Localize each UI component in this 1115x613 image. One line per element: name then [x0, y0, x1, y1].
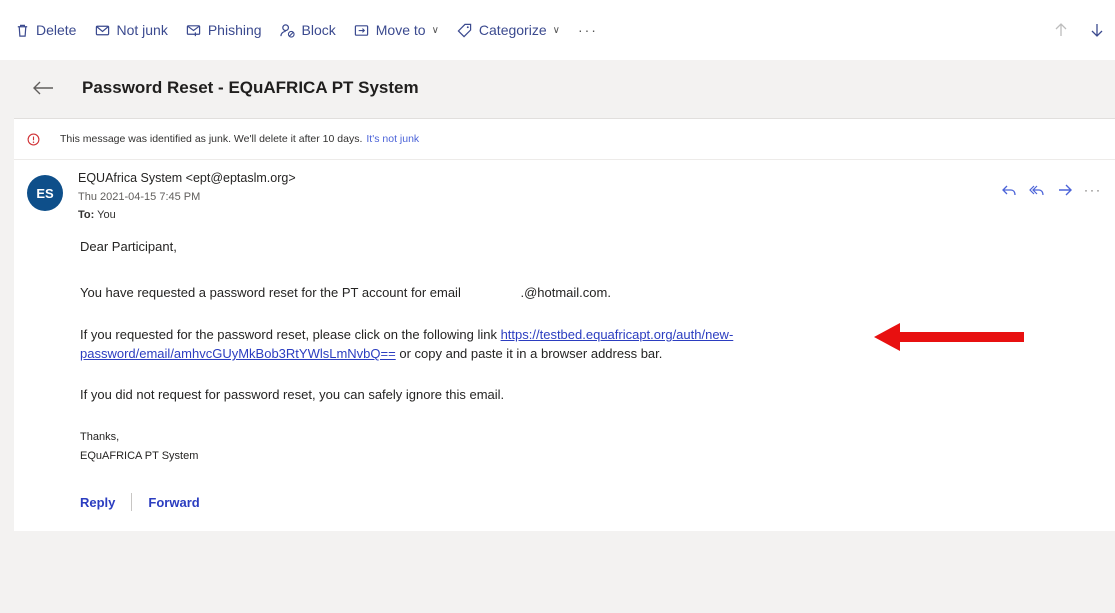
paragraph-2-end: or copy and paste it in a browser addres… — [399, 346, 663, 361]
message-header: ES EQUAfrica System <ept@eptaslm.org> Th… — [14, 167, 1115, 237]
paragraph-2: If you requested for the password reset,… — [80, 325, 900, 363]
forward-button[interactable] — [1051, 183, 1079, 197]
block-label: Block — [301, 22, 336, 38]
reply-button[interactable] — [995, 183, 1023, 197]
paragraph-3: If you did not request for password rese… — [80, 387, 505, 402]
subject-bar: Password Reset - EQuAFRICA PT System — [14, 60, 1115, 116]
greeting: Dear Participant, — [80, 239, 177, 254]
to-value: You — [97, 209, 116, 221]
signature: EQuAFRICA PT System — [80, 450, 199, 462]
warning-circle-icon — [26, 132, 40, 146]
message-date: Thu 2021-04-15 7:45 PM — [78, 191, 201, 203]
phishing-icon — [186, 22, 202, 38]
more-options-button[interactable]: ··· — [578, 22, 598, 38]
to-label: To: — [78, 209, 95, 221]
move-to-label: Move to — [375, 22, 426, 38]
folder-move-icon — [354, 22, 370, 38]
divider — [131, 493, 133, 511]
signoff: Thanks, — [80, 431, 120, 443]
previous-message-button[interactable] — [1043, 22, 1079, 38]
paragraph-1: You have requested a password reset for … — [80, 285, 611, 300]
chevron-down-icon: ∨ — [431, 24, 439, 36]
forward-arrow-icon — [1059, 184, 1072, 196]
junk-banner-text: This message was identified as junk. We'… — [60, 133, 363, 145]
command-toolbar: Delete Not junk Phishing Block Move to ∨… — [0, 0, 1115, 60]
message-navigation — [1043, 0, 1115, 60]
envelope-icon — [94, 22, 110, 38]
sender[interactable]: EQUAfrica System <ept@eptaslm.org> — [78, 171, 296, 185]
forward-link[interactable]: Forward — [148, 495, 199, 510]
arrow-down-icon — [1091, 24, 1103, 37]
message-actions: ··· — [995, 183, 1107, 197]
delete-button[interactable]: Delete — [14, 22, 76, 38]
email-domain: .@hotmail.com. — [520, 285, 611, 300]
annotation-arrow-icon — [874, 323, 1024, 351]
reply-icon — [1002, 185, 1016, 196]
trash-icon — [14, 22, 30, 38]
back-arrow-icon — [33, 81, 53, 95]
next-message-button[interactable] — [1079, 22, 1115, 38]
not-junk-button[interactable]: Not junk — [94, 22, 168, 38]
phishing-label: Phishing — [207, 22, 262, 38]
avatar[interactable]: ES — [27, 175, 63, 211]
message-subject: Password Reset - EQuAFRICA PT System — [82, 78, 419, 97]
arrow-up-icon — [1055, 23, 1067, 36]
chevron-down-icon: ∨ — [552, 24, 560, 36]
not-junk-link[interactable]: It's not junk — [366, 133, 419, 145]
reply-all-icon — [1029, 185, 1044, 196]
block-person-icon — [280, 22, 296, 38]
categorize-label: Categorize — [478, 22, 547, 38]
reply-link[interactable]: Reply — [80, 495, 115, 510]
more-actions-button[interactable]: ··· — [1079, 183, 1107, 197]
tag-icon — [457, 22, 473, 38]
move-to-button[interactable]: Move to ∨ — [354, 22, 439, 38]
block-button[interactable]: Block — [280, 22, 336, 38]
delete-label: Delete — [36, 22, 77, 38]
not-junk-label: Not junk — [116, 22, 168, 38]
paragraph-2-text: If you requested for the password reset,… — [80, 327, 497, 342]
categorize-button[interactable]: Categorize ∨ — [457, 22, 560, 38]
paragraph-1-text: You have requested a password reset for … — [80, 285, 461, 300]
recipient-line: To: You — [78, 209, 116, 221]
phishing-button[interactable]: Phishing — [186, 22, 262, 38]
reply-all-button[interactable] — [1023, 183, 1051, 197]
back-button[interactable] — [32, 80, 58, 96]
reply-forward-bar: Reply Forward — [80, 493, 200, 511]
junk-banner: This message was identified as junk. We'… — [14, 119, 1115, 160]
